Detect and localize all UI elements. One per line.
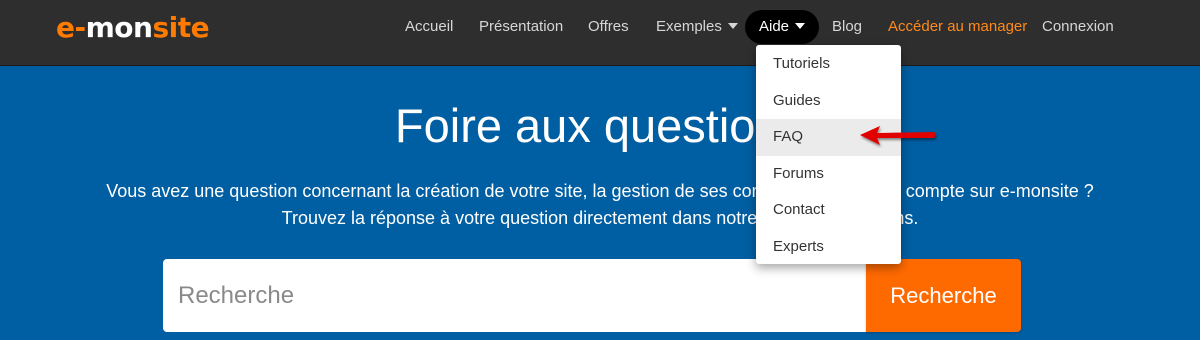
nav-item-presentation[interactable]: Présentation [479,10,563,44]
nav-item-exemples[interactable]: Exemples [656,10,738,44]
page-title: Foire aux questions [394,99,806,152]
chevron-down-icon [727,23,738,30]
dropdown-item-contact[interactable]: Contact [756,192,901,229]
hero-description-line-2: Trouvez la réponse à votre question dire… [281,208,919,228]
nav-item-manager[interactable]: Accéder au manager [888,10,1027,44]
red-arrow-icon [860,126,936,145]
nav-item-exemples-label: Exemples [656,18,722,35]
chevron-down-icon [795,23,806,30]
dropdown-item-forums[interactable]: Forums [756,156,901,193]
nav-item-blog[interactable]: Blog [832,10,862,44]
aide-dropdown-menu: Tutoriels Guides FAQ Forums Contact Expe… [756,45,901,264]
nav-item-offres[interactable]: Offres [588,10,629,44]
dropdown-item-guides[interactable]: Guides [756,83,901,120]
top-navbar: e-monsite Accueil Présentation Offres Ex… [0,0,1200,66]
logo-part-1: e- [56,11,86,44]
nav-item-accueil[interactable]: Accueil [405,10,453,44]
logo[interactable]: e-monsite [56,11,210,44]
logo-part-3: site [152,11,210,44]
nav-item-aide[interactable]: Aide [745,10,820,44]
search-button[interactable]: Recherche [866,259,1021,332]
dropdown-item-experts[interactable]: Experts [756,229,901,266]
hero-description: Vous avez une question concernant la cré… [0,178,1200,232]
search-box [163,259,866,332]
hero-description-line-1: Vous avez une question concernant la cré… [106,181,1094,201]
nav-item-aide-label: Aide [759,18,790,35]
dropdown-item-tutoriels[interactable]: Tutoriels [756,46,901,83]
search-input[interactable] [163,259,866,332]
nav-item-connexion[interactable]: Connexion [1042,10,1114,44]
logo-part-2: mon [85,11,153,44]
